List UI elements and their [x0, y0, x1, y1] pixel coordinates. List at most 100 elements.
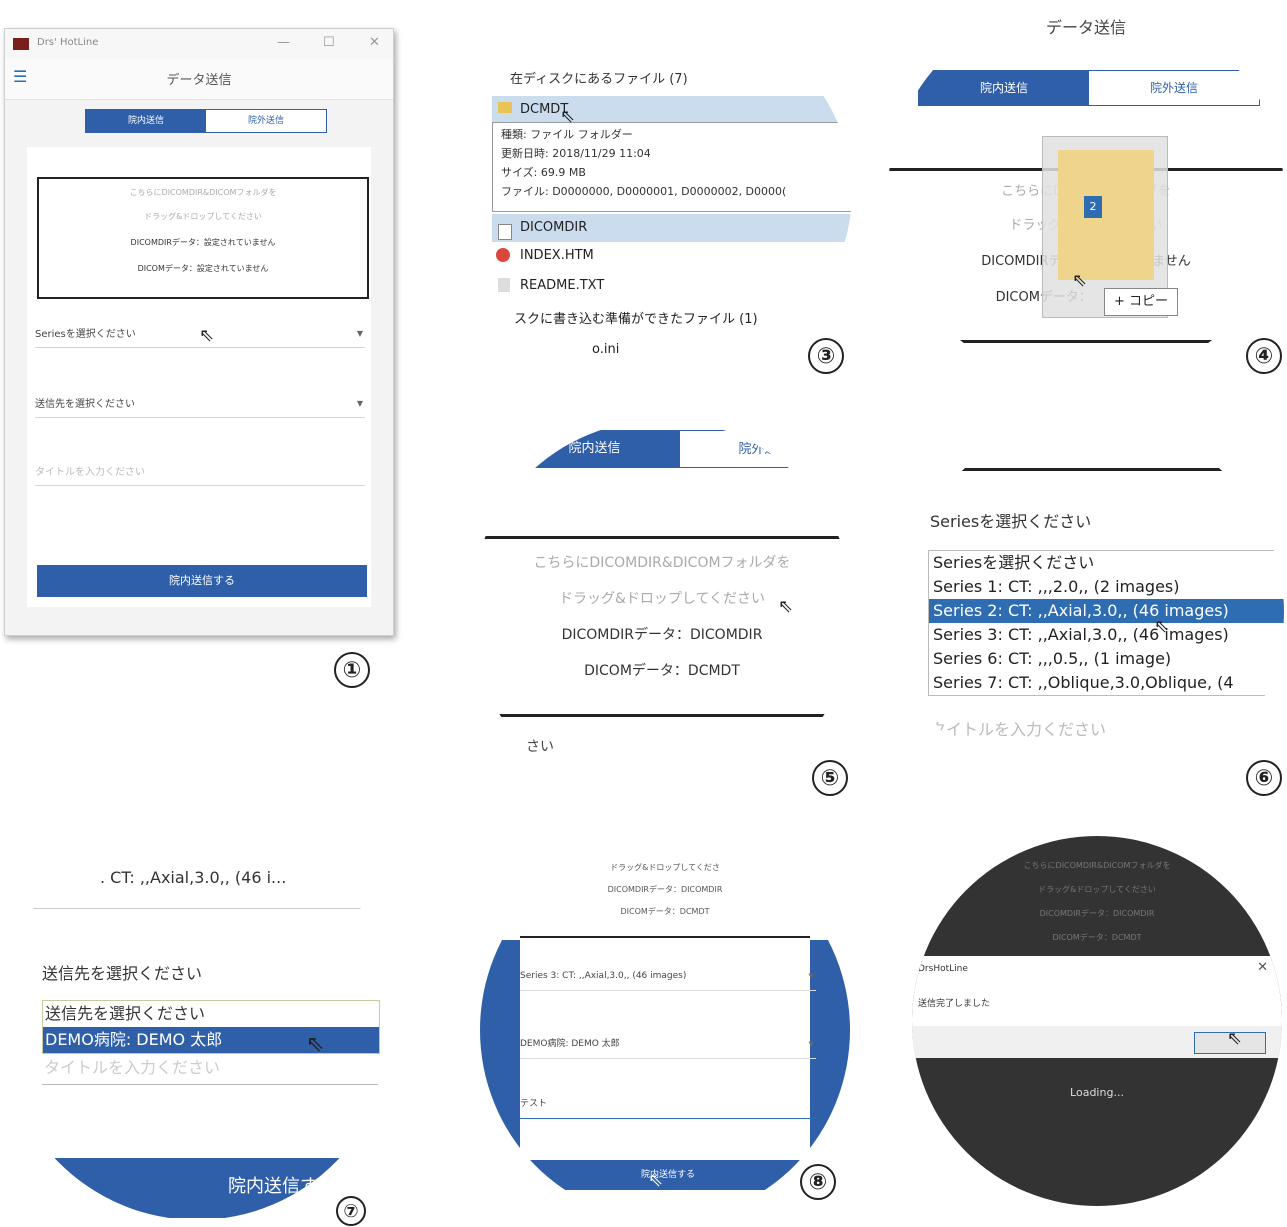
message-dialog: DrsHotLine ✕ 送信完了しました ⇖ — [912, 956, 1282, 1058]
app-logo-icon — [13, 38, 29, 50]
dropdown-arrow-icon: ▼ — [808, 972, 814, 980]
series-select-label: Seriesを選択ください — [930, 512, 1092, 531]
maximize-button[interactable]: ☐ — [323, 35, 335, 50]
step-number: ⑧ — [800, 1164, 836, 1200]
tab-internal-send[interactable]: 院内送信 — [919, 71, 1089, 105]
internal-send-button[interactable]: 院内送信する — [37, 565, 367, 597]
series-selected-value: . CT: ,,Axial,3.0,, (46 i... — [100, 868, 287, 887]
file-name: DICOMDIR — [520, 220, 588, 235]
title-input-underline — [42, 1084, 378, 1085]
destination-options-list: 送信先を選択ください DEMO病院: DEMO 太郎 — [42, 1000, 380, 1054]
drop-hint: ドラッグ&ドロップしてくださ — [610, 863, 720, 872]
drag-drop-zoom: データ送信 院内送信 院外送信 こちらにDICO M フォルダを ドラッグ& く… — [888, 0, 1284, 384]
step-number: ⑥ — [1246, 760, 1282, 796]
drop-zone-border — [900, 468, 1284, 471]
file-item[interactable]: DICOMDIR — [492, 214, 852, 242]
destination-select-label: 送信先を選択ください — [42, 964, 203, 983]
step-number: ⑦ — [336, 1196, 366, 1226]
title-input[interactable]: タイトルを入力ください — [35, 463, 365, 486]
tab-external-send[interactable]: 院外送信 — [1089, 71, 1259, 105]
copy-tooltip: + コピー — [1104, 288, 1178, 316]
tab-external-send[interactable]: 院外送信 — [206, 110, 326, 132]
dicom-status: DICOMデータ：設定されていません — [137, 264, 269, 273]
file-item[interactable]: INDEX.HTM — [492, 242, 852, 270]
mouse-cursor-icon: ⇖ — [306, 1032, 325, 1057]
tab-internal-send[interactable]: 院内送信 — [510, 430, 679, 468]
file-icon — [498, 224, 512, 240]
app-title: Drs' HotLine — [37, 37, 99, 48]
tooltip-type: 種類: ファイル フォルダー — [501, 128, 633, 141]
file-item[interactable]: README.TXT — [492, 272, 852, 300]
close-icon[interactable]: ✕ — [1257, 960, 1268, 975]
minimize-button[interactable]: — — [277, 35, 290, 50]
dropdown-arrow-icon: ▼ — [356, 329, 363, 338]
drop-hint-2: ドラッグ&ドロップしてください — [558, 591, 766, 607]
file-name: README.TXT — [520, 278, 605, 293]
loading-text: Loading... — [1070, 1086, 1124, 1099]
dialog-message: 送信完了しました — [918, 999, 991, 1009]
step-number: ③ — [808, 338, 844, 374]
internal-send-button[interactable]: 院内送信する — [520, 1160, 816, 1190]
mouse-cursor-icon: ⇖ — [648, 1170, 664, 1191]
series-options-list: Seriesを選択ください Series 1: CT: ,,,2.0,, (2 … — [928, 550, 1284, 696]
dicom-status: DICOMデータ：DCMDT — [620, 907, 710, 916]
tooltip-date: 更新日時: 2018/11/29 11:04 — [501, 147, 651, 160]
dicomdir-status: DICOMDIRデータ：DICOMDIR — [607, 885, 723, 894]
folder-icon — [1058, 150, 1154, 280]
dicomdir-status: DICOMDIRデータ：DICOMDIR — [561, 627, 763, 643]
send-tabs: 院内送信 院外送信 — [510, 430, 850, 468]
tooltip-size: サイズ: 69.9 MB — [501, 166, 586, 179]
drop-zone-border — [470, 536, 854, 539]
dropdown-arrow-icon: ▼ — [356, 399, 363, 408]
series-option[interactable]: Series 6: CT: ,,,0.5,, (1 image) — [929, 647, 1284, 671]
drop-zone-border — [470, 714, 854, 717]
drop-hint: こちらにDICOMDIR&DICOMフォルダを — [129, 188, 277, 197]
mouse-cursor-icon: ⇖ — [199, 325, 215, 346]
destination-option[interactable]: 送信先を選択ください — [43, 1001, 379, 1027]
folder-icon — [498, 102, 512, 113]
dropdown-arrow-icon: ▼ — [808, 1040, 814, 1048]
step-number: ① — [334, 652, 370, 688]
explorer-zoom: 在ディスクにあるファイル (7) DCMDT 種類: ファイル フォルダー 更新… — [428, 0, 852, 384]
series-option[interactable]: Series 3: CT: ,,Axial,3.0,, (46 images) — [929, 623, 1284, 647]
dicomdir-status: DICOMDIRデータ：DICOMDIR — [1039, 909, 1155, 918]
series-select[interactable]: Series 3: CT: ,,Axial,3.0,, (46 images) … — [520, 962, 816, 991]
drag-count-badge: 2 — [1084, 196, 1102, 218]
series-option[interactable]: Seriesを選択ください — [929, 551, 1284, 575]
tab-external-send[interactable]: 院外送信 — [679, 430, 850, 468]
drop-zone-border — [520, 936, 810, 938]
select-prompt-fragment: さい — [526, 739, 554, 755]
app-window: Drs' HotLine — ☐ ✕ ☰ データ送信 院内送信 院外送信 こちら… — [4, 28, 394, 636]
window-background — [480, 940, 520, 1220]
tooltip-files: ファイル: D0000000, D0000001, D0000002, D000… — [501, 185, 787, 198]
destination-option-selected[interactable]: DEMO病院: DEMO 太郎 — [43, 1027, 379, 1053]
drop-hint-2: ドラッグ&ドロップしてください — [1038, 885, 1156, 894]
title-input[interactable]: タイトルを入力ください — [44, 1054, 220, 1078]
series-option[interactable]: Series 1: CT: ,,,2.0,, (2 images) — [929, 575, 1284, 599]
drop-result-zoom: 院内送信 院外送信 こちらにDICOMDIR&DICOMフォルダを ドラッグ&ド… — [470, 420, 854, 804]
series-dropdown-zoom: Seriesを選択ください Seriesを選択ください Series 1: CT… — [900, 420, 1284, 804]
step-number: ④ — [1246, 338, 1282, 374]
file-item[interactable]: o.ini — [492, 336, 852, 364]
drop-zone-border — [888, 340, 1284, 343]
series-option[interactable]: Series 7: CT: ,,Oblique,3.0,Oblique, (4 — [929, 671, 1284, 695]
pending-files-header: スクに書き込む準備ができたファイル (1) — [514, 312, 758, 327]
destination-select[interactable]: 送信先を選択ください ▼ — [35, 395, 365, 418]
destination-select[interactable]: DEMO病院: DEMO 太郎 ▼ — [520, 1030, 816, 1059]
tab-internal-send[interactable]: 院内送信 — [86, 110, 206, 132]
form-card: こちらにDICOMDIR&DICOMフォルダを ドラッグ&ドロップしてください … — [27, 147, 371, 607]
mouse-cursor-icon: ⇖ — [1072, 270, 1088, 291]
file-name: INDEX.HTM — [520, 248, 594, 263]
folder-item[interactable]: DCMDT — [492, 96, 852, 124]
close-button[interactable]: ✕ — [369, 35, 380, 50]
internal-send-button[interactable]: 院内送信する — [0, 1158, 394, 1218]
series-option-selected[interactable]: Series 2: CT: ,,Axial,3.0,, (46 images) — [929, 599, 1284, 623]
destination-select-value: DEMO病院: DEMO 太郎 — [520, 1039, 620, 1049]
drop-zone[interactable]: こちらにDICOMDIR&DICOMフォルダを ドラッグ&ドロップしてください … — [37, 177, 369, 299]
series-select-label: Seriesを選択ください — [35, 329, 136, 340]
drop-hint: こちらにDICOMDIR&DICOMフォルダを — [533, 555, 791, 571]
title-input[interactable]: テスト — [520, 1090, 816, 1119]
title-input[interactable]: タイトルを入力ください — [930, 716, 1106, 740]
filled-form-zoom: ドラッグ&ドロップしてくださ DICOMDIRデータ：DICOMDIR DICO… — [480, 840, 850, 1220]
dialog-title: DrsHotLine — [918, 964, 968, 974]
